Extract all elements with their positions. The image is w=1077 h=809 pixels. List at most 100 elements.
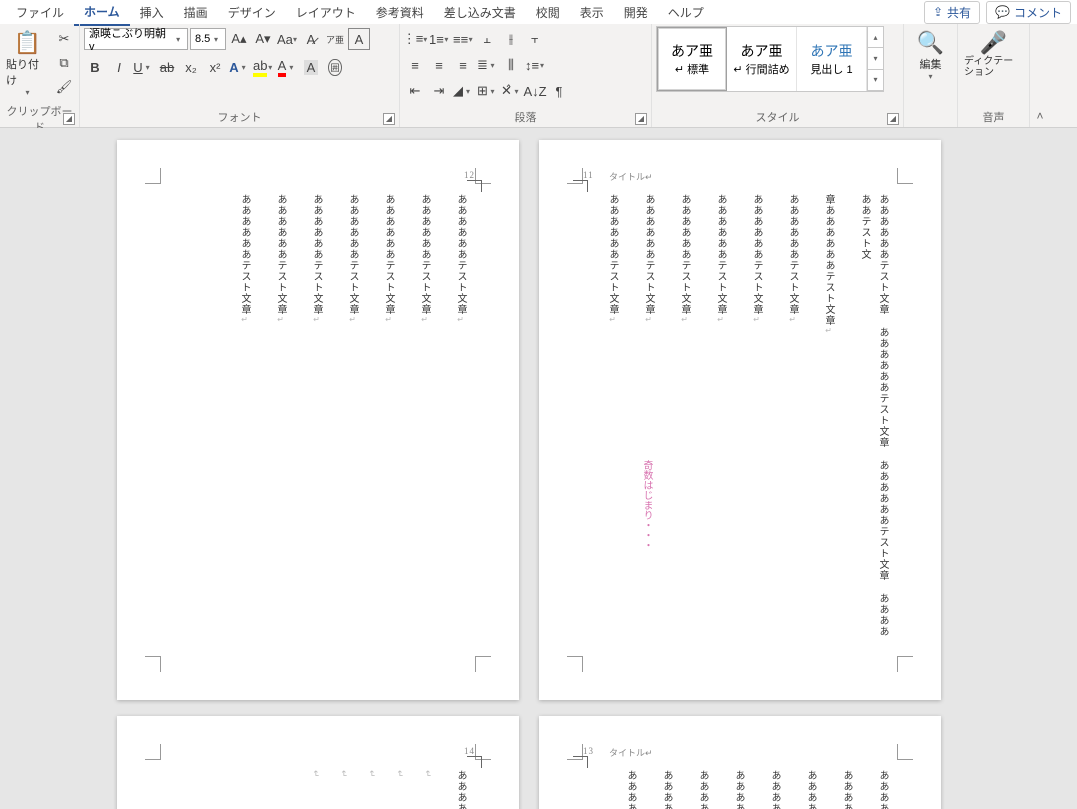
ribbon: 📋 貼り付け ▾ ✂ ⧉ 🖌 クリップボード ◢ 源暎こぶり明朝 v ▾ xyxy=(0,24,1077,128)
indent-inc-icon: ⇥ xyxy=(434,83,445,99)
ruby-icon: ア亜 xyxy=(326,33,344,46)
align-center-v-button[interactable]: ⫲ xyxy=(500,28,522,50)
change-case-button[interactable]: Aa▾ xyxy=(276,28,298,50)
phonetic-button[interactable]: ア亜 xyxy=(324,28,346,50)
tab-view[interactable]: 表示 xyxy=(570,0,614,25)
line-spacing-button[interactable]: ↕≡▾ xyxy=(524,54,546,76)
borders-button[interactable]: ⊞▾ xyxy=(476,80,498,102)
show-marks-button[interactable]: ¶ xyxy=(548,80,570,102)
mic-icon: 🎤 xyxy=(980,30,1007,56)
justify-button[interactable]: ≣▾ xyxy=(476,54,498,76)
tab-home[interactable]: ホーム xyxy=(74,0,130,26)
page-13[interactable]: 13 タイトル↵ ああああ ああああ ああああ ああああ ああああ ああああ あ… xyxy=(539,716,941,809)
paste-button[interactable]: 📋 貼り付け ▾ xyxy=(4,26,51,101)
enclose-char-button[interactable]: 囲 xyxy=(324,56,346,78)
tab-insert[interactable]: 挿入 xyxy=(130,0,174,25)
comment-button[interactable]: 💬 コメント xyxy=(986,1,1071,24)
text-column: 章ああああああテスト文章↵ xyxy=(819,194,837,646)
change-case-icon: Aa xyxy=(277,32,293,47)
bold-button[interactable]: B xyxy=(84,56,106,78)
font-color-button[interactable]: A▾ xyxy=(276,56,298,78)
cut-button[interactable]: ✂ xyxy=(53,28,75,50)
style-label: ↵ 標準 xyxy=(675,61,709,77)
page-11[interactable]: 11 タイトル↵ ああああああテスト文章 ああああああテスト文章 ああああああテ… xyxy=(539,140,941,700)
indent-inc-button[interactable]: ⇥ xyxy=(428,80,450,102)
page-14[interactable]: 14 ああああ ↵ ↵ ↵ ↵ ↵ xyxy=(117,716,519,809)
text-direction-button[interactable]: ✕̂▾ xyxy=(500,80,522,102)
tab-references[interactable]: 参考資料 xyxy=(366,0,434,25)
tab-review[interactable]: 校閲 xyxy=(526,0,570,25)
comment-icon: 💬 xyxy=(995,5,1010,19)
style-gallery: あア亜 ↵ 標準 あア亜 ↵ 行間詰め あア亜 見出し 1 ▴ ▾ ▾ xyxy=(656,26,884,92)
grow-font-button[interactable]: A▴ xyxy=(228,28,250,50)
text-column: ああああああテスト文章↵ xyxy=(451,194,469,646)
text-column: ああああああテスト文章↵ xyxy=(307,194,325,646)
char-shading-button[interactable]: A xyxy=(300,56,322,78)
multilevel-button[interactable]: ≡≡▾ xyxy=(452,28,474,50)
clear-format-button[interactable]: A̷ xyxy=(300,28,322,50)
tab-design[interactable]: デザイン xyxy=(218,0,286,25)
shading-button[interactable]: ◢▾ xyxy=(452,80,474,102)
share-button[interactable]: ⇪ 共有 xyxy=(924,1,980,24)
strike-button[interactable]: ab xyxy=(156,56,178,78)
align-top-button[interactable]: ⫠ xyxy=(476,28,498,50)
char-border-button[interactable]: A xyxy=(348,28,370,50)
bullets-button[interactable]: ⋮≡▾ xyxy=(404,28,426,50)
align-bottom-button[interactable]: ⫟ xyxy=(524,28,546,50)
document-area[interactable]: 12 ああああああテスト文章↵ ああああああテスト文章↵ ああああああテスト文章… xyxy=(0,128,1077,809)
italic-button[interactable]: I xyxy=(108,56,130,78)
style-heading1[interactable]: あア亜 見出し 1 xyxy=(797,27,867,91)
font-dialog-launcher[interactable]: ◢ xyxy=(383,113,395,125)
font-name-combo[interactable]: 源暎こぶり明朝 v ▾ xyxy=(84,28,188,50)
clipboard-dialog-launcher[interactable]: ◢ xyxy=(63,113,75,125)
search-icon: 🔍 xyxy=(917,30,944,56)
shrink-font-button[interactable]: A▾ xyxy=(252,28,274,50)
tab-file[interactable]: ファイル xyxy=(6,0,74,25)
copy-button[interactable]: ⧉ xyxy=(53,52,75,74)
text-column-long: ああああああテスト文章 ああああああテスト文章 ああああああテスト文章 ああああ… xyxy=(855,194,891,646)
text-column: ああああ xyxy=(801,770,819,809)
brush-icon: 🖌 xyxy=(56,79,73,95)
tab-developer[interactable]: 開発 xyxy=(614,0,658,25)
align-right-button[interactable]: ≡ xyxy=(452,54,474,76)
paragraph-mark: ↵ xyxy=(395,770,405,809)
style-normal[interactable]: あア亜 ↵ 標準 xyxy=(657,27,727,91)
collapse-ribbon-button[interactable]: ˄ xyxy=(1030,24,1050,127)
numbering-button[interactable]: 1≡▾ xyxy=(428,28,450,50)
underline-button[interactable]: U▾ xyxy=(132,56,154,78)
tab-help[interactable]: ヘルプ xyxy=(658,0,714,25)
tab-layout[interactable]: レイアウト xyxy=(286,0,366,25)
tab-draw[interactable]: 描画 xyxy=(174,0,218,25)
text-column: ああああああテスト文章↵ xyxy=(783,194,801,646)
text-effects-button[interactable]: A▾ xyxy=(228,56,250,78)
dictate-button[interactable]: 🎤 ディクテーション xyxy=(962,26,1025,82)
grow-font-icon: A▴ xyxy=(231,31,246,47)
style-label: ↵ 行間詰め xyxy=(733,61,789,77)
distributed-button[interactable]: ⫼ xyxy=(500,54,522,76)
text-column: ああああああテスト文章↵ xyxy=(639,194,657,646)
indent-dec-button[interactable]: ⇤ xyxy=(404,80,426,102)
text-column: ああああああテスト文章↵ xyxy=(235,194,253,646)
format-painter-button[interactable]: 🖌 xyxy=(53,76,75,98)
sort-button[interactable]: A↓Z xyxy=(524,80,546,102)
font-size-combo[interactable]: 8.5 ▾ xyxy=(190,28,226,50)
editing-button[interactable]: 🔍 編集 ▾ xyxy=(908,26,953,85)
paragraph-dialog-launcher[interactable]: ◢ xyxy=(635,113,647,125)
highlight-button[interactable]: ab▾ xyxy=(252,56,274,78)
eraser-icon: A̷ xyxy=(307,32,316,47)
subscript-button[interactable]: x₂ xyxy=(180,56,202,78)
tab-mailings[interactable]: 差し込み文書 xyxy=(434,0,526,25)
style-scroll-down[interactable]: ▾ xyxy=(867,48,883,69)
style-scroll-up[interactable]: ▴ xyxy=(867,27,883,48)
superscript-icon: x² xyxy=(210,60,221,75)
text-column: ああああ xyxy=(657,770,675,809)
align-center-button[interactable]: ≡ xyxy=(428,54,450,76)
style-gallery-expand[interactable]: ▾ xyxy=(867,70,883,91)
styles-dialog-launcher[interactable]: ◢ xyxy=(887,113,899,125)
font-name-value: 源暎こぶり明朝 v xyxy=(89,25,173,53)
superscript-button[interactable]: x² xyxy=(204,56,226,78)
style-nospace[interactable]: あア亜 ↵ 行間詰め xyxy=(727,27,797,91)
align-left-button[interactable]: ≡ xyxy=(404,54,426,76)
text-column: ああああ xyxy=(451,770,469,809)
page-12[interactable]: 12 ああああああテスト文章↵ ああああああテスト文章↵ ああああああテスト文章… xyxy=(117,140,519,700)
